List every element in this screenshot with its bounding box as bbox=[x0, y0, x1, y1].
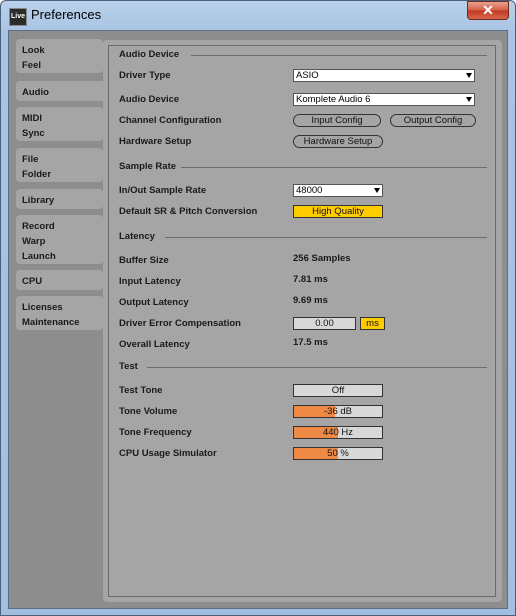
tab-label: Feel bbox=[22, 60, 42, 71]
tone-volume-slider[interactable]: -36 dB bbox=[293, 405, 383, 418]
dropdown-arrow-icon bbox=[466, 73, 472, 78]
divider bbox=[181, 167, 487, 168]
dropdown-arrow-icon bbox=[466, 97, 472, 102]
audio-device-value: Komplete Audio 6 bbox=[296, 94, 371, 105]
audio-device-dropdown[interactable]: Komplete Audio 6 bbox=[293, 93, 475, 106]
divider bbox=[191, 55, 487, 56]
tab-label: MIDI bbox=[22, 113, 43, 124]
tone-volume-label: Tone Volume bbox=[119, 406, 178, 417]
tone-frequency-slider[interactable]: 440 Hz bbox=[293, 426, 383, 439]
tab-label: Library bbox=[22, 195, 55, 206]
tab-label: Folder bbox=[22, 169, 52, 180]
tone-frequency-label: Tone Frequency bbox=[119, 427, 192, 438]
channel-config-label: Channel Configuration bbox=[119, 115, 222, 126]
output-latency-value: 9.69 ms bbox=[293, 295, 328, 306]
driver-type-label: Driver Type bbox=[119, 70, 171, 81]
tab-record-warp-launch[interactable]: Record Warp Launch bbox=[16, 215, 103, 264]
test-tone-toggle[interactable]: Off bbox=[293, 384, 383, 397]
preferences-window: Live Preferences ✕ Look Feel Audio MIDI … bbox=[0, 0, 516, 616]
tab-label: Launch bbox=[22, 251, 56, 262]
close-icon: ✕ bbox=[482, 2, 494, 18]
audio-settings-panel: Audio Device Driver Type ASIO Audio Devi… bbox=[103, 40, 502, 602]
dropdown-arrow-icon bbox=[374, 188, 380, 193]
sample-rate-dropdown[interactable]: 48000 bbox=[293, 184, 383, 197]
buffer-size-label: Buffer Size bbox=[119, 255, 169, 266]
tab-label: File bbox=[22, 154, 39, 165]
tab-audio[interactable]: Audio bbox=[16, 81, 116, 101]
tab-library[interactable]: Library bbox=[16, 189, 103, 209]
tab-label: Warp bbox=[22, 236, 46, 247]
close-button[interactable]: ✕ bbox=[467, 1, 509, 20]
title-bar[interactable]: Live Preferences ✕ bbox=[1, 1, 515, 31]
buffer-size-value[interactable]: 256 Samples bbox=[293, 253, 351, 264]
sample-rate-value: 48000 bbox=[296, 185, 323, 196]
tab-label: Sync bbox=[22, 128, 45, 139]
hardware-setup-button[interactable]: Hardware Setup bbox=[293, 135, 383, 148]
section-audio-device: Audio Device bbox=[119, 49, 180, 60]
divider bbox=[165, 237, 487, 238]
input-latency-value: 7.81 ms bbox=[293, 274, 328, 285]
tab-label: Look bbox=[22, 45, 45, 56]
default-sr-label: Default SR & Pitch Conversion bbox=[119, 206, 258, 217]
window-title: Preferences bbox=[31, 7, 102, 22]
input-config-button[interactable]: Input Config bbox=[293, 114, 381, 127]
high-quality-toggle[interactable]: High Quality bbox=[293, 205, 383, 218]
tab-file-folder[interactable]: File Folder bbox=[16, 148, 103, 182]
tab-label: CPU bbox=[22, 276, 43, 287]
tab-licenses-maintenance[interactable]: Licenses Maintenance bbox=[16, 296, 103, 330]
tab-midi-sync[interactable]: MIDI Sync bbox=[16, 107, 103, 141]
driver-error-unit: ms bbox=[360, 317, 385, 330]
cpu-usage-slider[interactable]: 50 % bbox=[293, 447, 383, 460]
section-sample-rate: Sample Rate bbox=[119, 161, 177, 172]
output-latency-label: Output Latency bbox=[119, 297, 189, 308]
test-tone-label: Test Tone bbox=[119, 385, 163, 396]
tab-look-feel[interactable]: Look Feel bbox=[16, 39, 103, 73]
tone-frequency-value: 440 Hz bbox=[322, 427, 354, 438]
cpu-usage-label: CPU Usage Simulator bbox=[119, 448, 217, 459]
audio-device-label: Audio Device bbox=[119, 94, 180, 105]
output-config-button[interactable]: Output Config bbox=[390, 114, 476, 127]
tab-label: Record bbox=[22, 221, 55, 232]
client-area: Look Feel Audio MIDI Sync File Folder Li… bbox=[8, 30, 508, 609]
tab-label: Audio bbox=[22, 87, 49, 98]
tone-volume-value: -36 dB bbox=[324, 406, 352, 417]
driver-type-value: ASIO bbox=[296, 70, 319, 81]
overall-latency-value: 17.5 ms bbox=[293, 337, 328, 348]
tab-label: Licenses bbox=[22, 302, 63, 313]
input-latency-label: Input Latency bbox=[119, 276, 181, 287]
tab-cpu[interactable]: CPU bbox=[16, 270, 103, 290]
section-latency: Latency bbox=[119, 231, 155, 242]
divider bbox=[147, 367, 487, 368]
settings-frame: Audio Device Driver Type ASIO Audio Devi… bbox=[108, 45, 496, 597]
cpu-usage-value: 50 % bbox=[327, 448, 349, 459]
overall-latency-label: Overall Latency bbox=[119, 339, 190, 350]
live-app-icon: Live bbox=[9, 8, 27, 26]
in-out-sample-rate-label: In/Out Sample Rate bbox=[119, 185, 207, 196]
driver-error-input[interactable]: 0.00 bbox=[293, 317, 356, 330]
tab-label: Maintenance bbox=[22, 317, 80, 328]
hardware-setup-label: Hardware Setup bbox=[119, 136, 192, 147]
driver-type-dropdown[interactable]: ASIO bbox=[293, 69, 475, 82]
driver-error-label: Driver Error Compensation bbox=[119, 318, 241, 329]
section-test: Test bbox=[119, 361, 138, 372]
